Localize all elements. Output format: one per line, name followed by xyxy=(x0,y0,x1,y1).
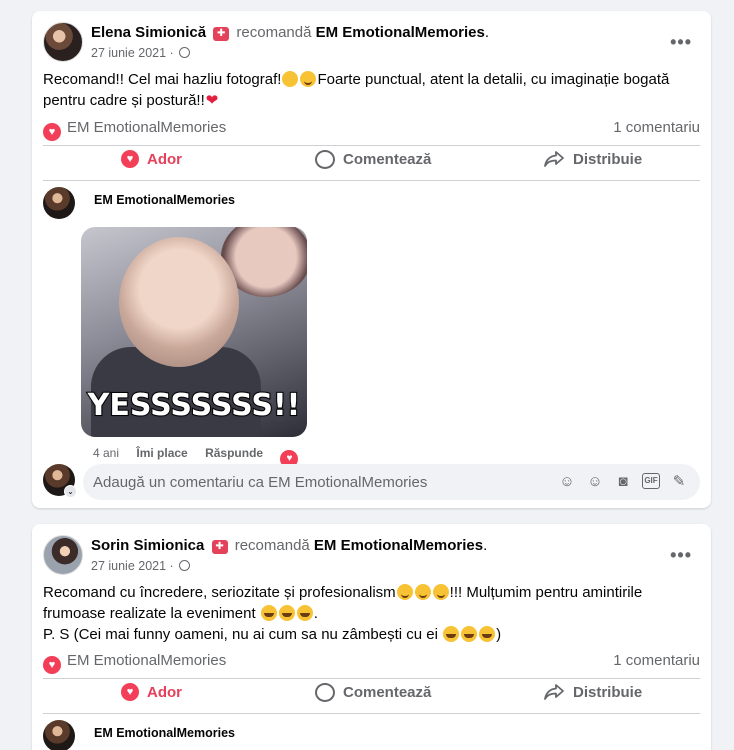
share-button[interactable]: Distribuie xyxy=(543,141,642,177)
post-card: Elena Simionică ✚ recomandă EM Emotional… xyxy=(32,11,711,508)
gif-icon[interactable]: GIF xyxy=(642,473,660,489)
post-stats: ♥ EM EmotionalMemories 1 comentariu xyxy=(43,652,700,674)
post-header: Sorin Simionica ✚ recomandă EM Emotional… xyxy=(43,535,700,579)
share-label: Distribuie xyxy=(573,683,643,701)
gif-child-face xyxy=(119,237,239,367)
divider xyxy=(43,180,700,181)
post-date[interactable]: 27 iunie 2021 · xyxy=(91,46,174,60)
comment-like-button[interactable]: Îmi place xyxy=(136,446,187,460)
laugh-emoji-icon xyxy=(278,605,295,621)
page-name-link[interactable]: EM EmotionalMemories xyxy=(314,537,483,554)
post-text: Recomand cu încredere, seriozitate și pr… xyxy=(43,582,697,645)
comment-reply-button[interactable]: Răspunde xyxy=(205,446,263,460)
author-avatar[interactable] xyxy=(43,535,83,575)
globe-icon xyxy=(179,560,191,571)
page-name-link[interactable]: EM EmotionalMemories xyxy=(316,24,485,41)
heart-reaction-icon: ♥ xyxy=(121,150,139,168)
gif-caption: YESSSSSSS!! xyxy=(87,387,302,424)
smile-emoji-icon xyxy=(396,584,413,600)
camera-icon[interactable]: ◙ xyxy=(614,473,632,491)
post-text: Recomand!! Cel mai hazliu fotograf! Foart… xyxy=(43,69,697,111)
share-label: Distribuie xyxy=(573,150,643,168)
tears-of-joy-emoji-icon xyxy=(461,626,478,642)
heart-reaction-icon: ♥ xyxy=(43,656,61,674)
more-options-icon[interactable]: ••• xyxy=(670,545,692,566)
composer-tools: ☺ ☺ ◙ GIF ✎ xyxy=(558,473,688,491)
comment-icon xyxy=(315,149,335,169)
post-text-part: Recomand!! Cel mai hazliu fotograf! xyxy=(43,71,282,88)
heart-reaction-icon: ♥ xyxy=(43,123,61,141)
laugh-emoji-icon xyxy=(260,605,277,621)
post-stats: ♥ EM EmotionalMemories 1 comentariu xyxy=(43,119,700,141)
commenter-name[interactable]: EM EmotionalMemories xyxy=(94,726,235,740)
love-label: Ador xyxy=(147,150,182,168)
heart-reaction-icon: ♥ xyxy=(121,683,139,701)
comment-input[interactable] xyxy=(93,464,533,500)
tears-of-joy-emoji-icon xyxy=(443,626,460,642)
commenter-name[interactable]: EM EmotionalMemories xyxy=(94,193,235,207)
post-date[interactable]: 27 iunie 2021 · xyxy=(91,559,174,573)
comment-box: ☺ ☺ ◙ GIF ✎ xyxy=(83,464,700,500)
comment-count[interactable]: 1 comentariu xyxy=(613,652,700,669)
love-label: Ador xyxy=(147,683,182,701)
post-text-part: P. S (Cei mai funny oameni, nu ai cum sa… xyxy=(43,626,438,643)
commenter-avatar[interactable] xyxy=(43,720,75,750)
post-header: Elena Simionică ✚ recomandă EM Emotional… xyxy=(43,22,700,66)
smile-emoji-icon xyxy=(432,584,449,600)
reactions-summary[interactable]: ♥ EM EmotionalMemories xyxy=(43,652,226,674)
comment-gif[interactable]: YESSSSSSS!! xyxy=(81,227,307,437)
post-card: Sorin Simionica ✚ recomandă EM Emotional… xyxy=(32,524,711,750)
recommend-icon: ✚ xyxy=(213,27,230,41)
smile-emoji-icon xyxy=(300,71,317,87)
post-text-part: . xyxy=(313,605,318,622)
comment-label: Comentează xyxy=(343,683,432,701)
more-options-icon[interactable]: ••• xyxy=(670,32,692,53)
love-button[interactable]: ♥ Ador xyxy=(121,141,182,177)
share-icon xyxy=(543,150,565,168)
avatar-sticker-icon[interactable]: ☺ xyxy=(558,473,576,491)
comment-age[interactable]: 4 ani xyxy=(93,446,119,460)
emoji-icon[interactable]: ☺ xyxy=(586,473,604,491)
post-meta: 27 iunie 2021 · xyxy=(91,46,191,60)
reactor-name: EM EmotionalMemories xyxy=(67,652,227,669)
author-avatar[interactable] xyxy=(43,22,83,62)
commenter-avatar[interactable] xyxy=(43,187,75,219)
tears-of-joy-emoji-icon xyxy=(479,626,496,642)
red-heart-emoji-icon: ❤ xyxy=(205,92,219,109)
post-meta: 27 iunie 2021 · xyxy=(91,559,191,573)
period: . xyxy=(483,537,488,554)
share-icon xyxy=(543,683,565,701)
smile-emoji-icon xyxy=(414,584,431,600)
chevron-down-icon[interactable]: ⌄ xyxy=(64,485,77,498)
period: . xyxy=(484,24,489,41)
laugh-emoji-icon xyxy=(296,605,313,621)
share-button[interactable]: Distribuie xyxy=(543,674,642,710)
post-text-part: Recomand cu încredere, seriozitate și pr… xyxy=(43,584,396,601)
comment-count[interactable]: 1 comentariu xyxy=(613,119,700,136)
post-header-line: Sorin Simionica ✚ recomandă EM Emotional… xyxy=(91,537,487,554)
recommend-icon: ✚ xyxy=(211,540,228,554)
wink-emoji-icon xyxy=(282,71,299,87)
action-bar: ♥ Ador Comentează Distribuie xyxy=(43,674,700,714)
author-name[interactable]: Elena Simionică xyxy=(91,24,206,41)
author-name[interactable]: Sorin Simionica xyxy=(91,537,204,554)
divider xyxy=(43,713,700,714)
closing-paren: ) xyxy=(496,626,502,643)
comment-icon xyxy=(315,682,335,702)
reactor-name: EM EmotionalMemories xyxy=(67,119,227,136)
globe-icon xyxy=(179,47,191,58)
comment-label: Comentează xyxy=(343,150,432,168)
reactions-summary[interactable]: ♥ EM EmotionalMemories xyxy=(43,119,226,141)
post-header-line: Elena Simionică ✚ recomandă EM Emotional… xyxy=(91,24,489,41)
action-bar: ♥ Ador Comentează Distribuie xyxy=(43,141,700,181)
recommends-word: recomandă xyxy=(234,537,310,554)
love-button[interactable]: ♥ Ador xyxy=(121,674,182,710)
sticker-icon[interactable]: ✎ xyxy=(670,473,688,491)
recommends-word: recomandă xyxy=(236,24,312,41)
